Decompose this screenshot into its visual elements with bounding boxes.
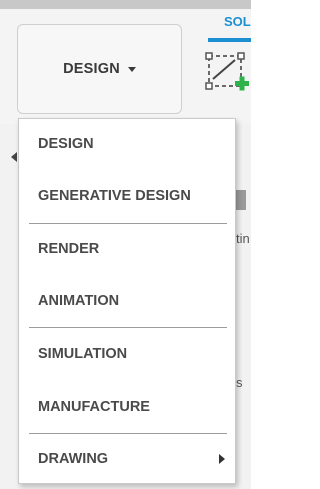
menu-item-design[interactable]: DESIGN (19, 122, 235, 166)
workspace-dropdown-menu: DESIGN GENERATIVE DESIGN RENDER ANIMATIO… (18, 118, 236, 484)
menu-divider (29, 223, 227, 224)
caret-right-icon (219, 454, 225, 464)
menu-item-label: DRAWING (38, 451, 109, 467)
menu-item-label: SIMULATION (38, 346, 128, 362)
menu-item-render[interactable]: RENDER (19, 227, 235, 271)
menu-item-label: DESIGN (38, 136, 94, 152)
menu-item-animation[interactable]: ANIMATION (19, 279, 235, 323)
menu-item-simulation[interactable]: SIMULATION (19, 332, 235, 376)
caret-left-icon[interactable] (11, 152, 17, 162)
menu-divider (29, 327, 227, 328)
menu-item-label: ANIMATION (38, 293, 120, 309)
menu-item-label: GENERATIVE DESIGN (38, 188, 191, 204)
panel-scroll-handle[interactable] (236, 190, 246, 210)
menu-item-generative-design[interactable]: GENERATIVE DESIGN (19, 174, 235, 218)
caret-down-icon (127, 66, 136, 72)
tab-solid[interactable]: SOL (224, 14, 251, 29)
partial-text: s (236, 375, 243, 390)
menu-item-label: MANUFACTURE (38, 399, 150, 415)
menu-divider (29, 433, 227, 434)
menu-item-label: RENDER (38, 241, 100, 257)
workspace-switcher-button[interactable]: DESIGN (17, 24, 182, 114)
create-sketch-icon[interactable] (205, 46, 251, 98)
tab-active-indicator (208, 38, 251, 42)
menu-item-drawing[interactable]: DRAWING (19, 437, 235, 481)
top-bar (0, 0, 251, 9)
menu-item-manufacture[interactable]: MANUFACTURE (19, 385, 235, 429)
partial-text: tin (236, 231, 250, 246)
workspace-label: DESIGN (63, 61, 120, 77)
